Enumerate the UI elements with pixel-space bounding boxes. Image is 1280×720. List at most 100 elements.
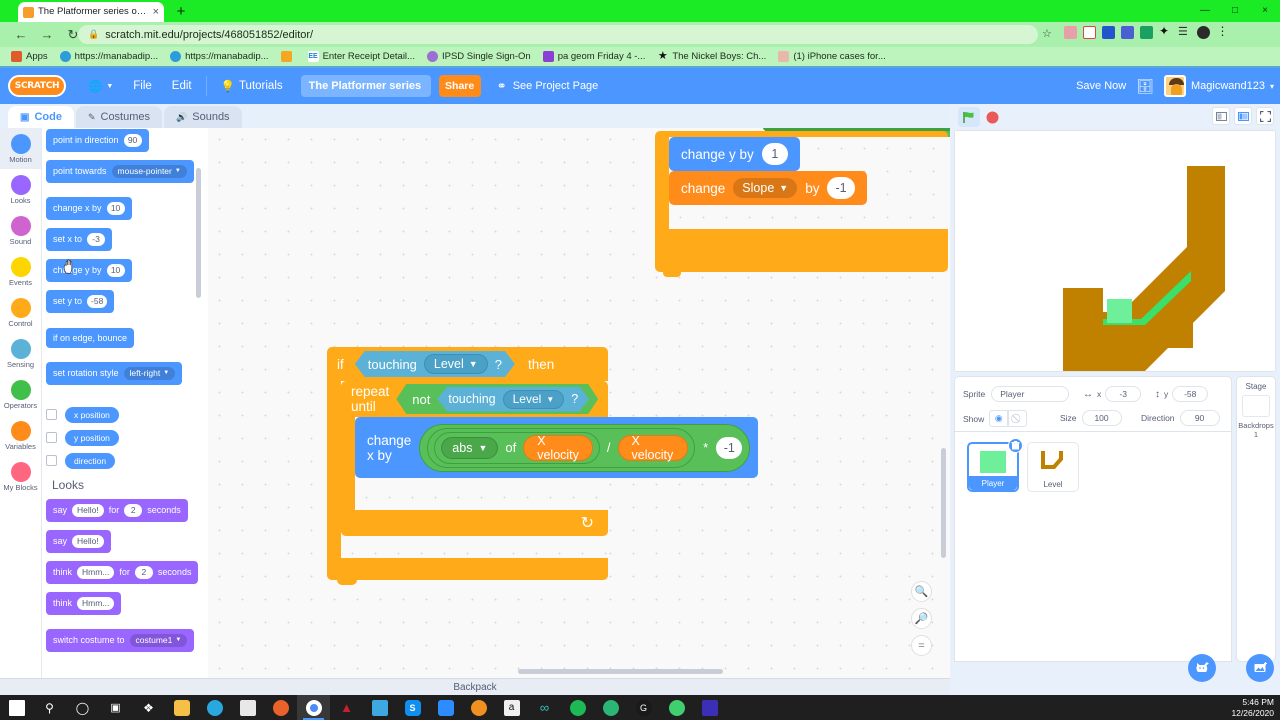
abs-of-operator[interactable]: abs ▼ of X velocity bbox=[434, 431, 600, 464]
green-flag-button[interactable] bbox=[958, 107, 980, 127]
save-now-button[interactable]: Save Now bbox=[1076, 80, 1126, 92]
puzzle-extension-icon[interactable]: ✦ bbox=[1159, 25, 1172, 39]
minimize-button[interactable]: — bbox=[1190, 0, 1220, 22]
bookmark-item[interactable]: https://manabadip... bbox=[55, 47, 163, 66]
sprite-list[interactable]: Player Level bbox=[954, 432, 1232, 662]
palette-block-think-for-seconds[interactable]: think Hmm... for 2 seconds bbox=[46, 560, 199, 584]
reporter-label[interactable]: x position bbox=[65, 406, 119, 423]
new-tab-button[interactable]: + bbox=[172, 3, 190, 21]
block-change-variable-by[interactable]: change Slope ▼ by -1 bbox=[669, 171, 867, 205]
block-value[interactable]: 10 bbox=[106, 263, 125, 277]
taskbar-cortana-button[interactable]: ◯ bbox=[66, 695, 99, 720]
block-value[interactable]: -3 bbox=[87, 232, 106, 246]
divide-operator[interactable]: abs ▼ of X velocity / X velocity bbox=[427, 427, 696, 468]
touching-target-dropdown-2[interactable]: Level ▼ bbox=[503, 390, 565, 409]
palette-reporter-x-position[interactable]: x position bbox=[46, 406, 208, 423]
show-off-button[interactable]: ⃠ bbox=[1008, 410, 1028, 427]
size-input[interactable]: 100 bbox=[1081, 410, 1122, 426]
category-events[interactable]: Events bbox=[0, 251, 41, 292]
back-icon[interactable]: ← bbox=[8, 22, 34, 47]
reporter-checkbox[interactable] bbox=[46, 432, 57, 443]
add-backdrop-button[interactable] bbox=[1246, 654, 1274, 682]
palette-reporter-direction[interactable]: direction bbox=[46, 452, 208, 469]
script-main[interactable]: if touching Level ▼ ? then repeat until … bbox=[327, 347, 759, 585]
palette-block-set-x-to[interactable]: set x to -3 bbox=[46, 227, 113, 251]
close-window-button[interactable]: × bbox=[1250, 0, 1280, 22]
workspace-vertical-scrollbar[interactable] bbox=[941, 448, 946, 558]
small-stage-button[interactable] bbox=[1212, 107, 1230, 125]
stage-thumbnail[interactable] bbox=[1242, 395, 1270, 417]
taskbar-store[interactable] bbox=[231, 695, 264, 720]
workspace-horizontal-scrollbar[interactable] bbox=[518, 669, 723, 674]
large-stage-button[interactable] bbox=[1234, 107, 1252, 125]
stage-selector-pane[interactable]: Stage Backdrops 1 bbox=[1236, 376, 1276, 662]
block-palette[interactable]: point in direction 90 point towards mous… bbox=[42, 128, 208, 678]
direction-input[interactable]: 90 bbox=[1179, 410, 1220, 426]
taskbar-infinity-app[interactable]: ∞ bbox=[528, 695, 561, 720]
block-value[interactable]: Hello! bbox=[72, 534, 104, 548]
bookmark-item[interactable]: (1) iPhone cases for... bbox=[773, 47, 890, 66]
block-dropdown[interactable]: costume1 ▼ bbox=[129, 633, 188, 647]
block-value[interactable]: Hmm... bbox=[77, 565, 115, 579]
reporter-checkbox[interactable] bbox=[46, 409, 57, 420]
browser-tab[interactable]: The Platformer series on Scratch × bbox=[18, 2, 164, 22]
bookmark-item[interactable] bbox=[276, 47, 301, 66]
extension-icon-1[interactable] bbox=[1064, 26, 1077, 39]
palette-block-set-rotation-style[interactable]: set rotation style left-right ▼ bbox=[46, 361, 183, 385]
block-value[interactable]: 2 bbox=[124, 503, 143, 517]
category-control[interactable]: Control bbox=[0, 292, 41, 333]
block-value[interactable]: Hello! bbox=[72, 503, 104, 517]
stage[interactable] bbox=[954, 130, 1276, 372]
palette-block-set-y-to[interactable]: set y to -58 bbox=[46, 289, 115, 313]
stop-button[interactable] bbox=[982, 107, 1002, 127]
block-value[interactable]: Hmm... bbox=[77, 596, 115, 610]
maximize-button[interactable]: □ bbox=[1220, 0, 1250, 22]
touching-target-dropdown[interactable]: Level ▼ bbox=[424, 354, 488, 374]
tab-costumes[interactable]: ✎ Costumes bbox=[75, 106, 163, 128]
category-motion[interactable]: Motion bbox=[0, 128, 41, 169]
taskbar-amazon[interactable]: a bbox=[495, 695, 528, 720]
palette-block-if-on-edge-bounce[interactable]: if on edge, bounce bbox=[46, 327, 135, 348]
palette-block-say[interactable]: say Hello! bbox=[46, 529, 111, 553]
math-function-dropdown[interactable]: abs ▼ bbox=[441, 436, 499, 459]
zoom-reset-button[interactable]: = bbox=[911, 635, 932, 656]
tab-code[interactable]: ▣ Code bbox=[8, 106, 74, 128]
menu-file[interactable]: File bbox=[123, 68, 162, 104]
taskbar-dropbox[interactable]: ❖ bbox=[132, 695, 165, 720]
taskbar-satellite-app[interactable] bbox=[660, 695, 693, 720]
palette-block-point-towards[interactable]: point towards mouse-pointer ▼ bbox=[46, 159, 194, 183]
taskbar-firefox-alt[interactable] bbox=[462, 695, 495, 720]
taskbar-mail[interactable] bbox=[363, 695, 396, 720]
folder-icon[interactable]: 🗄 bbox=[1136, 78, 1154, 95]
palette-block-change-x-by[interactable]: change x by 10 bbox=[46, 196, 132, 220]
show-on-button[interactable]: ◉ bbox=[989, 410, 1009, 427]
block-dropdown[interactable]: mouse-pointer ▼ bbox=[111, 164, 187, 178]
project-name-input[interactable]: The Platformer series bbox=[300, 75, 431, 97]
repeat-until-block[interactable]: repeat until not touching Level ▼ ? chan… bbox=[341, 381, 759, 536]
extension-icon-5[interactable] bbox=[1140, 26, 1153, 39]
tab-sounds[interactable]: 🔊 Sounds bbox=[164, 106, 242, 128]
language-selector[interactable]: 🌐 ▼ bbox=[78, 68, 123, 104]
palette-block-change-y-by[interactable]: change y by 10 bbox=[46, 258, 132, 282]
account-menu[interactable]: Magicwand123 ▾ bbox=[1163, 75, 1274, 97]
taskbar-logitech[interactable]: G bbox=[627, 695, 660, 720]
tab-close-icon[interactable]: × bbox=[153, 2, 159, 22]
palette-scrollbar[interactable] bbox=[196, 168, 201, 298]
taskbar-chrome[interactable] bbox=[297, 695, 330, 720]
palette-block-say-for-seconds[interactable]: say Hello! for 2 seconds bbox=[46, 498, 188, 522]
scratch-logo[interactable]: SCRATCH bbox=[8, 75, 66, 97]
if-block[interactable]: if touching Level ▼ ? then repeat until … bbox=[327, 347, 759, 580]
multiplier-value[interactable]: -1 bbox=[716, 436, 743, 459]
taskbar-start-button[interactable] bbox=[0, 695, 33, 720]
palette-block-think[interactable]: think Hmm... bbox=[46, 591, 122, 615]
share-button[interactable]: Share bbox=[438, 75, 481, 97]
block-value[interactable]: 1 bbox=[761, 143, 788, 165]
extension-icon-4[interactable] bbox=[1121, 26, 1134, 39]
sprite-name-input[interactable]: Player bbox=[991, 386, 1070, 402]
category-sensing[interactable]: Sensing bbox=[0, 333, 41, 374]
taskbar-acrobat[interactable]: ▲ bbox=[330, 695, 363, 720]
variable-x-velocity-2[interactable]: X velocity bbox=[617, 434, 689, 462]
taskbar-edge[interactable] bbox=[198, 695, 231, 720]
palette-reporter-y-position[interactable]: y position bbox=[46, 429, 208, 446]
taskbar-skype[interactable]: S bbox=[396, 695, 429, 720]
